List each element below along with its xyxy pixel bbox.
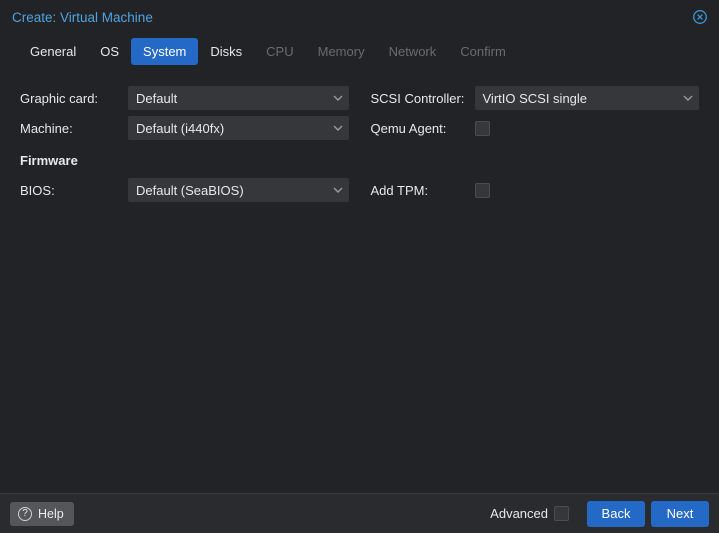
chevron-down-icon (333, 125, 343, 131)
chevron-down-icon (683, 95, 693, 101)
dialog-window: Create: Virtual Machine General OS Syste… (0, 0, 719, 533)
back-button[interactable]: Back (587, 501, 645, 527)
tab-memory: Memory (306, 38, 377, 65)
tab-disks[interactable]: Disks (198, 38, 254, 65)
qemu-agent-checkbox[interactable] (475, 121, 490, 136)
chevron-down-icon (333, 95, 343, 101)
panel-body: Graphic card: Default Machine: (4, 75, 715, 493)
machine-label: Machine: (20, 121, 128, 136)
field-add-tpm: Add TPM: (371, 175, 700, 205)
field-bios: BIOS: Default (SeaBIOS) (20, 175, 349, 205)
form-column-right: SCSI Controller: VirtIO SCSI single Qemu… (371, 83, 700, 205)
scsi-controller-select[interactable]: VirtIO SCSI single (475, 86, 700, 110)
form-column-left: Graphic card: Default Machine: (20, 83, 349, 205)
tab-general[interactable]: General (18, 38, 88, 65)
scsi-controller-value: VirtIO SCSI single (483, 91, 588, 106)
dialog-title: Create: Virtual Machine (12, 10, 691, 25)
bios-label: BIOS: (20, 183, 128, 198)
tab-bar: General OS System Disks CPU Memory Netwo… (0, 34, 719, 75)
machine-value: Default (i440fx) (136, 121, 224, 136)
scsi-controller-label: SCSI Controller: (371, 91, 475, 106)
add-tpm-checkbox[interactable] (475, 183, 490, 198)
graphic-card-label: Graphic card: (20, 91, 128, 106)
help-label: Help (38, 507, 64, 521)
advanced-label: Advanced (490, 506, 548, 521)
qemu-agent-label: Qemu Agent: (371, 121, 475, 136)
graphic-card-value: Default (136, 91, 177, 106)
tab-confirm: Confirm (448, 38, 518, 65)
field-scsi-controller: SCSI Controller: VirtIO SCSI single (371, 83, 700, 113)
add-tpm-label: Add TPM: (371, 183, 475, 198)
tab-cpu: CPU (254, 38, 305, 65)
graphic-card-select[interactable]: Default (128, 86, 349, 110)
dialog-titlebar: Create: Virtual Machine (0, 0, 719, 34)
help-icon: ? (18, 507, 32, 521)
field-machine: Machine: Default (i440fx) (20, 113, 349, 143)
field-graphic-card: Graphic card: Default (20, 83, 349, 113)
bios-value: Default (SeaBIOS) (136, 183, 244, 198)
bios-select[interactable]: Default (SeaBIOS) (128, 178, 349, 202)
form-columns: Graphic card: Default Machine: (20, 83, 699, 205)
firmware-section-label: Firmware (20, 145, 349, 175)
firmware-spacer (371, 145, 700, 175)
advanced-toggle: Advanced (490, 506, 569, 521)
dialog-footer: ? Help Advanced Back Next (0, 493, 719, 533)
tab-system[interactable]: System (131, 38, 198, 65)
tab-network: Network (377, 38, 449, 65)
advanced-checkbox[interactable] (554, 506, 569, 521)
next-button[interactable]: Next (651, 501, 709, 527)
help-button[interactable]: ? Help (10, 502, 74, 526)
tab-os[interactable]: OS (88, 38, 131, 65)
close-icon[interactable] (691, 8, 709, 26)
machine-select[interactable]: Default (i440fx) (128, 116, 349, 140)
chevron-down-icon (333, 187, 343, 193)
field-qemu-agent: Qemu Agent: (371, 113, 700, 143)
